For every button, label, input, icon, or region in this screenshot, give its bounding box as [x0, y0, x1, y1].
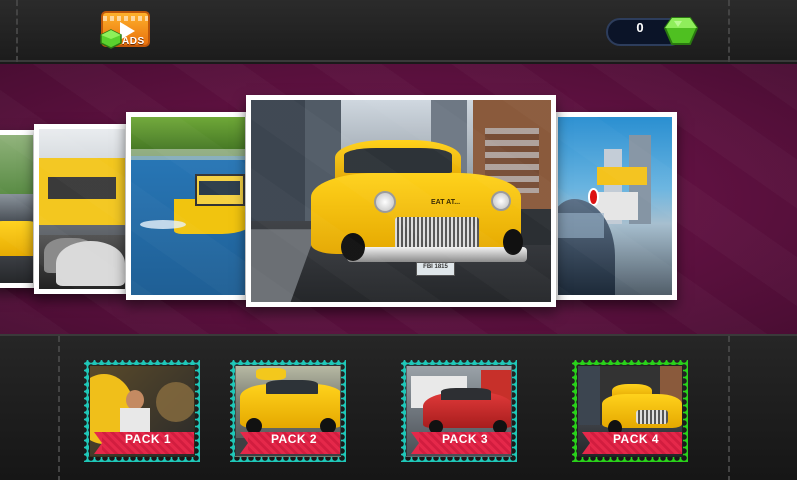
license-plate-text: FBI 1815 [423, 263, 448, 270]
green-gem-icon [100, 29, 122, 49]
pack-label: PACK 2 [240, 432, 340, 454]
photo-image [0, 135, 33, 283]
green-gem-icon[interactable] [664, 16, 698, 46]
pack-label: PACK 3 [411, 432, 511, 454]
pack-label: PACK 4 [582, 432, 682, 454]
photo-image: EAT AT... FBI 1815 [251, 100, 551, 302]
pack-1-card[interactable]: PACK 1 [84, 360, 200, 462]
carousel-photo[interactable] [0, 130, 38, 288]
pack-4-card[interactable]: PACK 4 [572, 360, 688, 462]
carousel-photo-selected[interactable]: EAT AT... FBI 1815 [246, 95, 556, 307]
photo-image [39, 129, 125, 289]
stitch-divider [728, 0, 730, 62]
carousel-photo[interactable] [126, 112, 250, 300]
pack-2-card[interactable]: PACK 2 [230, 360, 346, 462]
watch-ads-button[interactable]: ADS [100, 9, 152, 53]
gem-count: 0 [636, 20, 644, 35]
photo-image [131, 117, 245, 295]
stitch-divider [728, 336, 730, 480]
stitch-divider [58, 336, 60, 480]
puzzle-carousel[interactable]: EAT AT... FBI 1815 [0, 64, 797, 334]
photo-image [558, 117, 672, 295]
carousel-photo[interactable] [34, 124, 130, 294]
carousel-photo[interactable] [553, 112, 677, 300]
top-bar: ADS 0 [0, 0, 797, 62]
pack-label: PACK 1 [94, 432, 194, 454]
pack-tray: PACK 1 PACK 2 PACK 3 PACK 4 [0, 334, 797, 480]
pack-3-card[interactable]: PACK 3 [401, 360, 517, 462]
stitch-divider [16, 0, 18, 62]
game-screen: ADS 0 EAT AT... FBI 1815 PACK 1 PACK 2 P… [0, 0, 797, 480]
cab-sign-text: EAT AT... [431, 198, 461, 206]
ads-label: ADS [122, 36, 145, 47]
